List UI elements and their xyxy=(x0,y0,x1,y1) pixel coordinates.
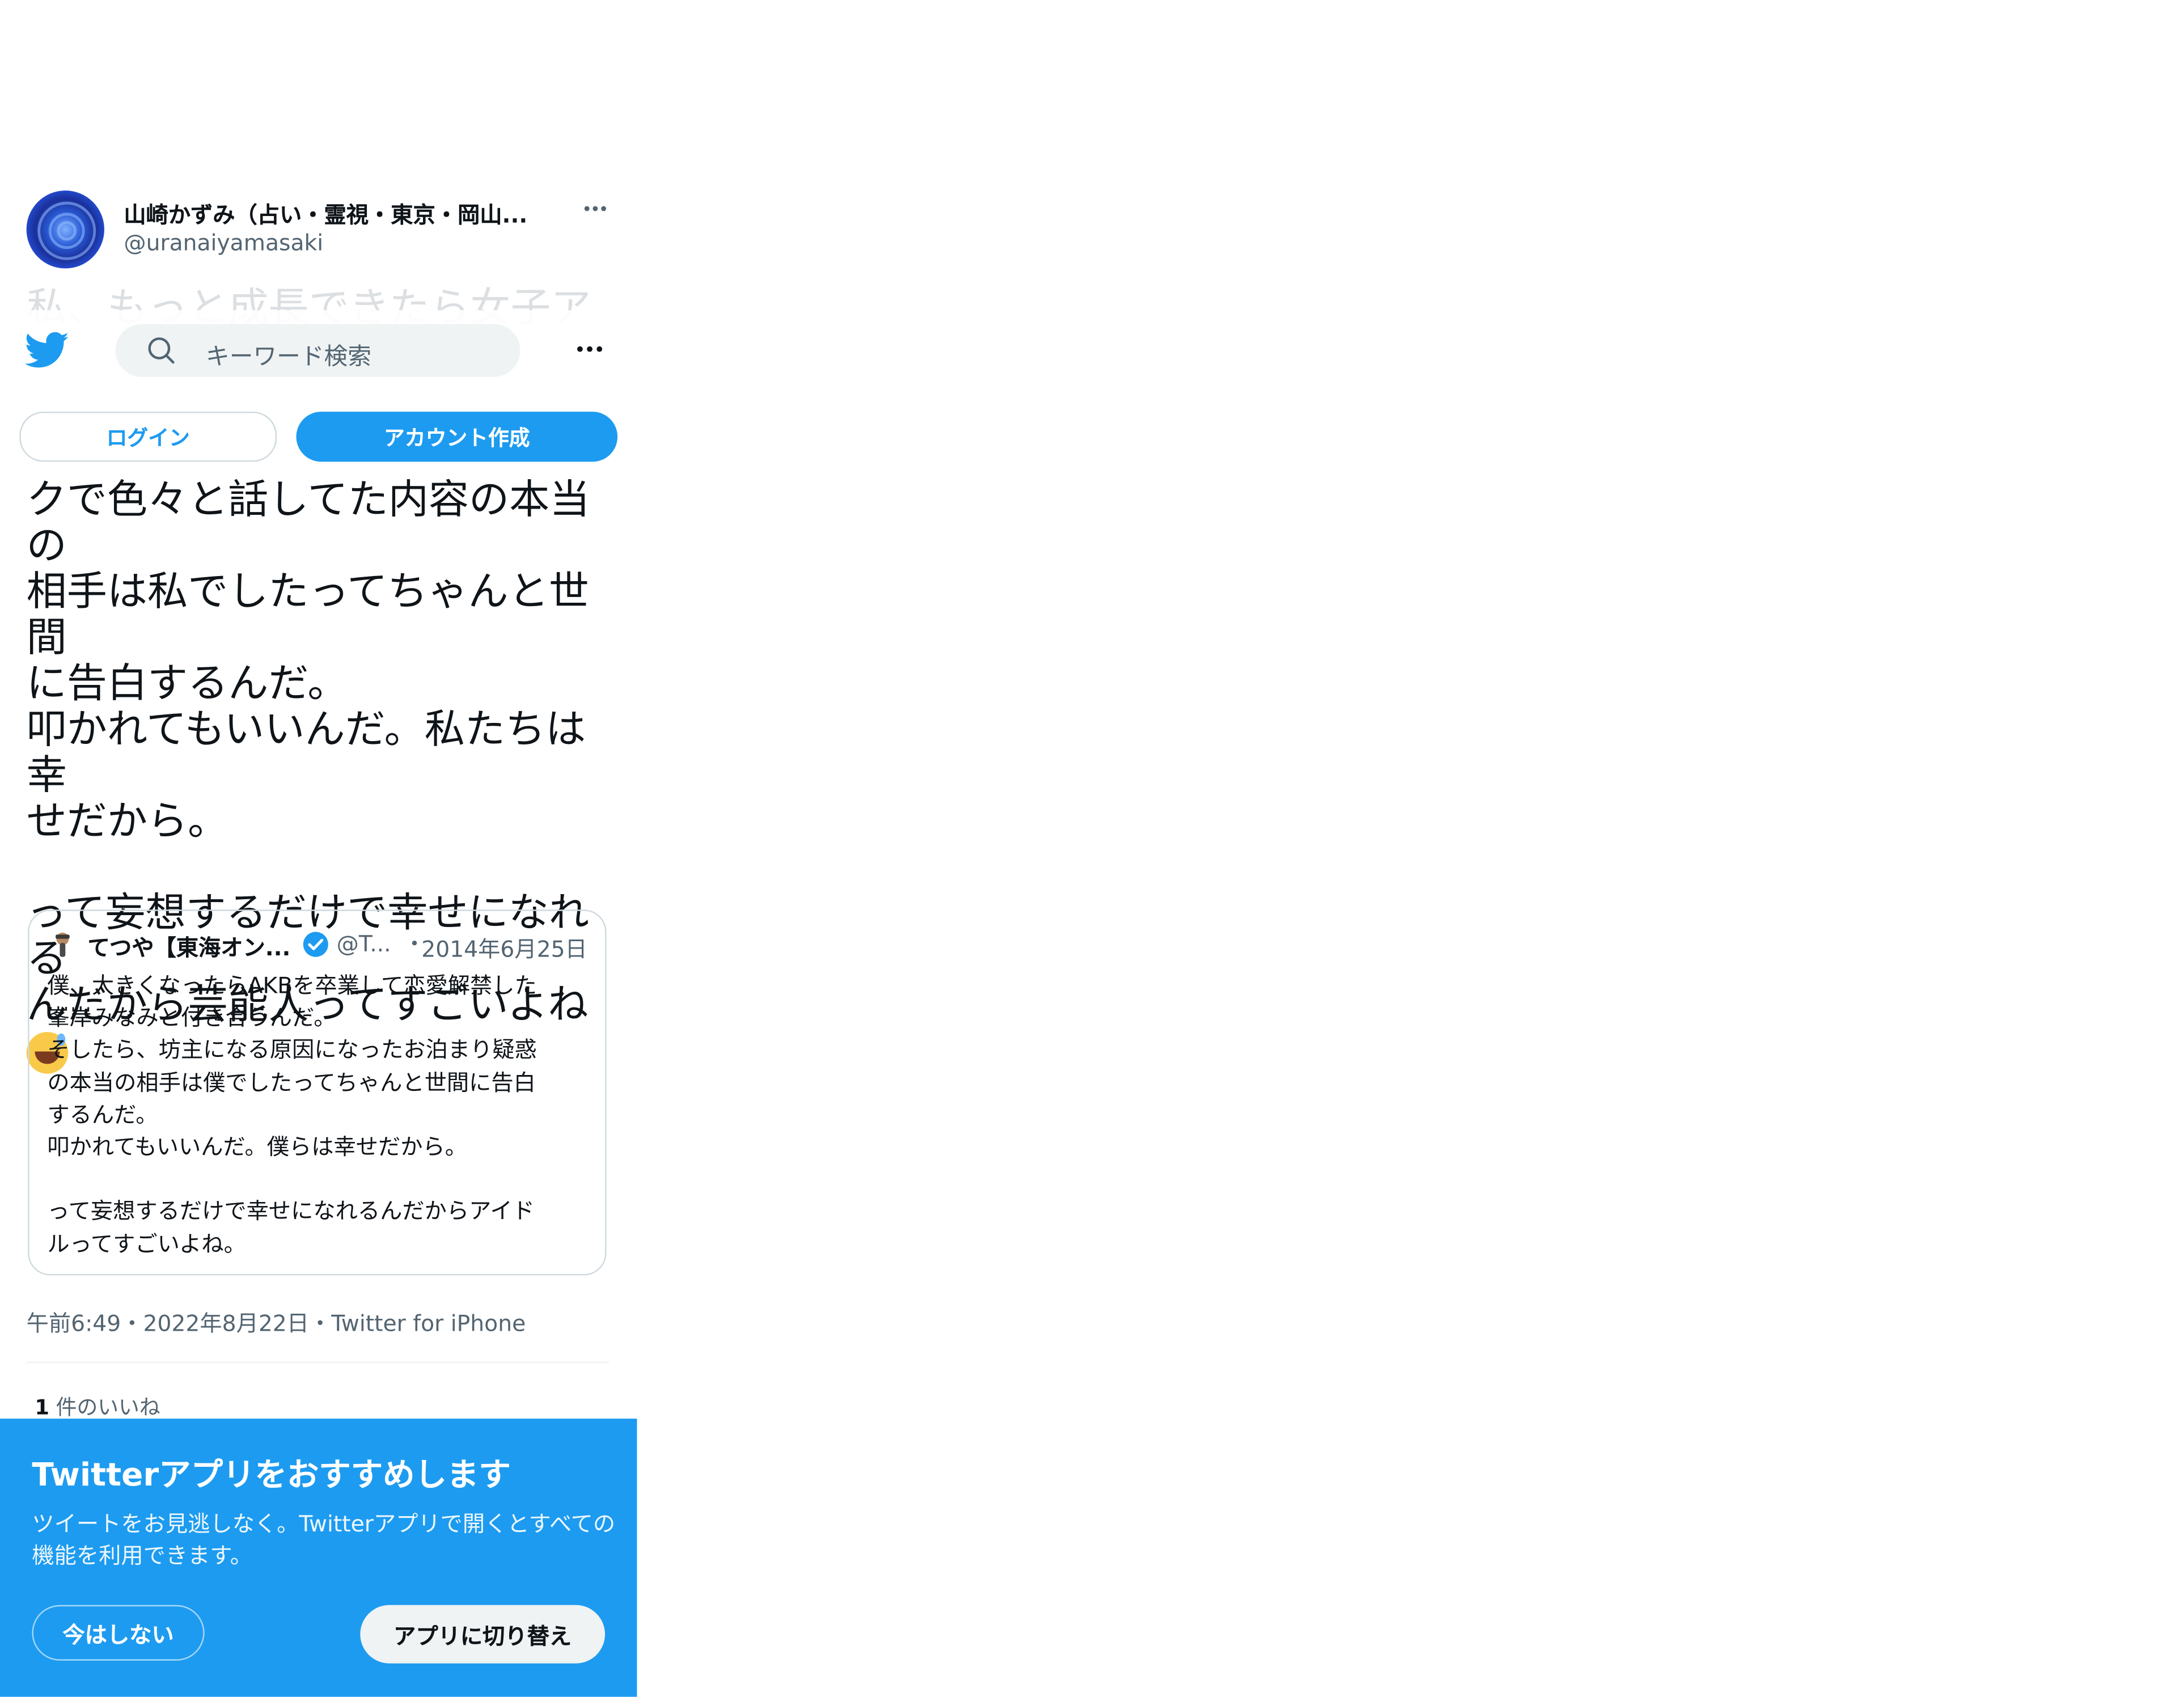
author-name[interactable]: 山崎かずみ（占い・霊視・東京・岡山... xyxy=(124,196,569,230)
header-more-icon[interactable] xyxy=(574,334,605,371)
signup-button[interactable]: アカウント作成 xyxy=(296,412,618,462)
quote-date: 2014年6月25日 xyxy=(421,936,587,963)
tweet-timestamp[interactable]: 午前6:49・2022年8月22日・Twitter for iPhone xyxy=(27,1305,526,1338)
quote-author-avatar xyxy=(50,930,75,958)
twitter-bird-icon[interactable] xyxy=(24,331,69,370)
quote-text: 僕、大きくなったらAKBを卒業して恋愛解禁した 峯岸みなみと付き合うんだ。 そし… xyxy=(47,972,537,1257)
search-icon xyxy=(146,335,177,366)
search-placeholder: キーワード検索 xyxy=(206,343,371,371)
quote-author-handle: @T... xyxy=(336,930,391,957)
likes-number: 1 xyxy=(35,1395,49,1420)
tweet-more-icon[interactable] xyxy=(581,194,609,229)
verified-badge-icon xyxy=(302,930,329,958)
tweet-page: 山崎かずみ（占い・霊視・東京・岡山... @uranaiyamasaki 私、も… xyxy=(0,0,2183,1697)
divider xyxy=(26,1361,610,1363)
promo-title: Twitterアプリをおすすめします xyxy=(32,1457,511,1494)
quote-author-name: てつや【東海オン... xyxy=(87,934,291,962)
login-button[interactable]: ログイン xyxy=(19,412,277,462)
switch-to-app-button[interactable]: アプリに切り替え xyxy=(360,1605,606,1664)
author-handle[interactable]: @uranaiyamasaki xyxy=(124,230,323,256)
author-avatar[interactable] xyxy=(26,191,104,269)
likes-count[interactable]: 1 件のいいね xyxy=(35,1392,160,1421)
not-now-button[interactable]: 今はしない xyxy=(32,1605,205,1661)
promo-description: ツイートをお見逃しなく。Twitterアプリで開くとすべての機能を利用できます。 xyxy=(32,1510,616,1569)
likes-label: 件のいいね xyxy=(56,1395,160,1420)
